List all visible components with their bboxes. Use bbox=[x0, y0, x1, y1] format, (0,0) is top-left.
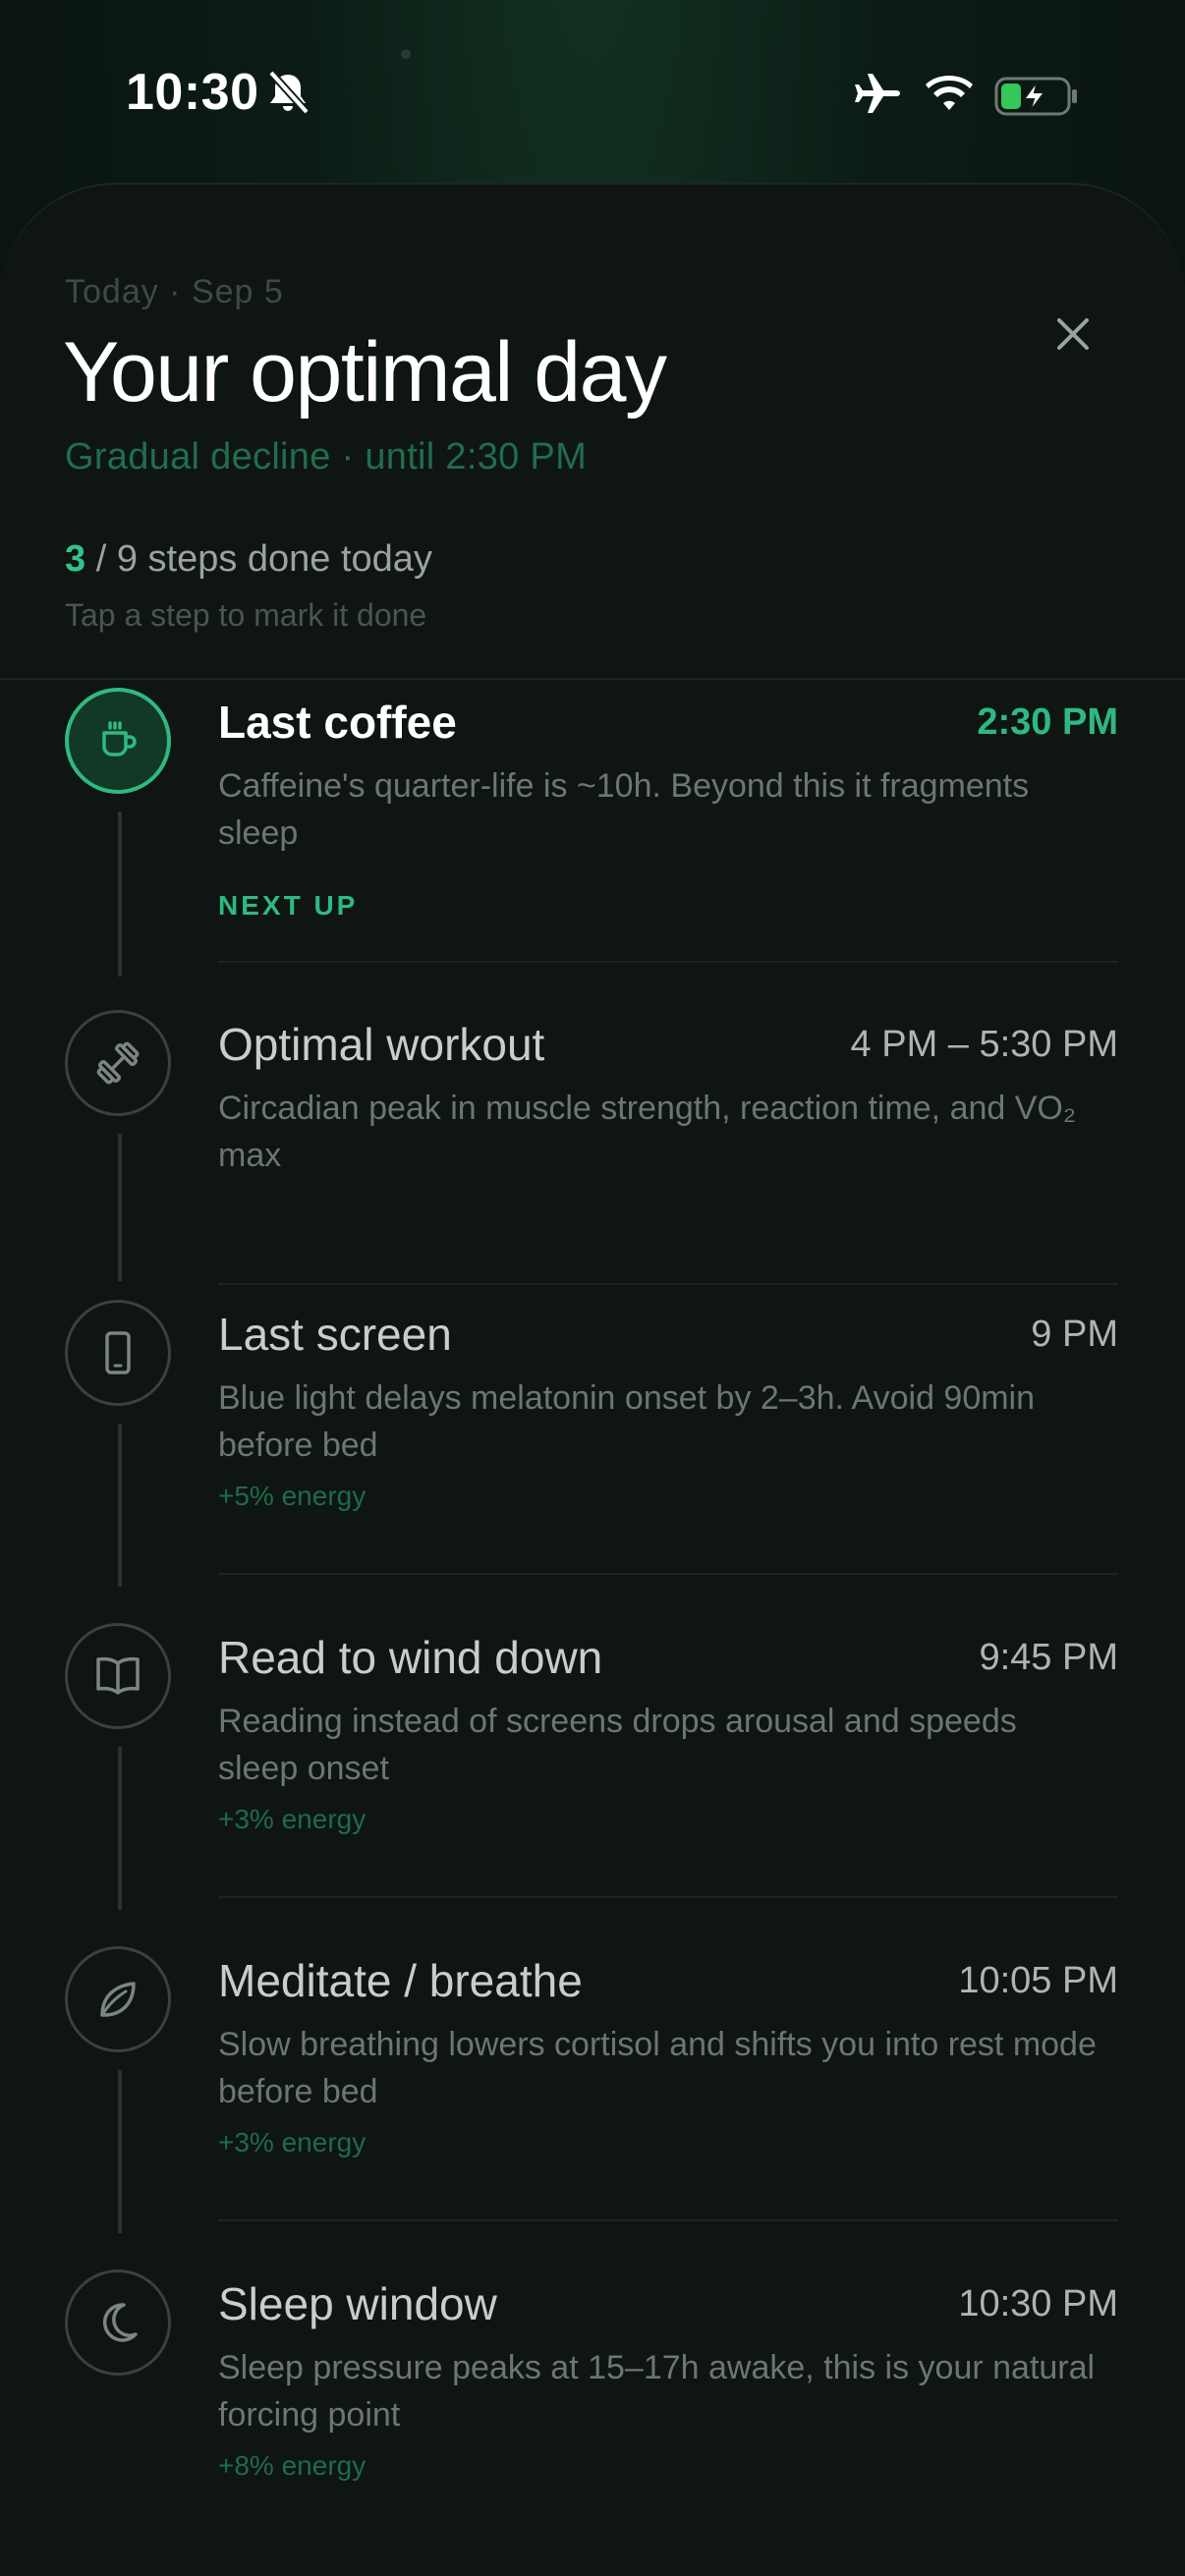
step-divider bbox=[218, 2219, 1118, 2221]
step-description: Slow breathing lowers cortisol and shift… bbox=[218, 2026, 1097, 2110]
step-time: 2:30 PM bbox=[977, 701, 1118, 743]
coffee-cup-icon bbox=[65, 688, 171, 794]
front-camera bbox=[401, 49, 411, 59]
energy-badge: +3% energy bbox=[218, 1804, 367, 1834]
timeline-connector bbox=[118, 1424, 122, 1587]
energy-badge: +5% energy bbox=[218, 1481, 367, 1511]
steps-total-label: / 9 steps done today bbox=[95, 538, 432, 580]
step-last-coffee[interactable]: Last coffee 2:30 PM Caffeine's quarter-l… bbox=[0, 688, 1185, 1012]
page-title: Your optimal day bbox=[63, 325, 667, 420]
energy-badge: +8% energy bbox=[218, 2450, 367, 2481]
step-meditate-breathe[interactable]: Meditate / breathe 10:05 PM Slow breathi… bbox=[0, 1946, 1185, 2270]
status-time: 10:30 bbox=[126, 64, 259, 121]
step-title: Optimal workout bbox=[218, 1019, 545, 1070]
wifi-icon bbox=[926, 75, 973, 112]
leaf-icon bbox=[65, 1946, 171, 2052]
steps-done-count: 3 bbox=[65, 538, 86, 580]
step-time: 10:30 PM bbox=[958, 2283, 1118, 2324]
step-title: Last screen bbox=[218, 1309, 452, 1360]
step-description: Reading instead of screens drops arousal… bbox=[218, 1703, 1017, 1787]
energy-badge: +3% energy bbox=[218, 2127, 367, 2157]
battery-charging-icon bbox=[994, 77, 1079, 116]
timeline-connector bbox=[118, 2070, 122, 2233]
step-description: Sleep pressure peaks at 15–17h awake, th… bbox=[218, 2349, 1096, 2434]
steps-progress: 3 / 9 steps done today bbox=[65, 538, 432, 581]
next-up-badge: NEXT UP bbox=[218, 890, 359, 921]
step-divider bbox=[218, 961, 1118, 963]
step-time: 4 PM – 5:30 PM bbox=[850, 1024, 1118, 1065]
step-divider bbox=[218, 1283, 1118, 1285]
step-divider bbox=[218, 1896, 1118, 1898]
step-sleep-window[interactable]: Sleep window 10:30 PM Sleep pressure pea… bbox=[0, 2269, 1185, 2564]
step-title: Last coffee bbox=[218, 697, 457, 748]
dumbbell-icon bbox=[65, 1010, 171, 1116]
step-title: Read to wind down bbox=[218, 1632, 603, 1683]
date-label: Today · Sep 5 bbox=[65, 273, 284, 310]
step-time: 10:05 PM bbox=[958, 1960, 1118, 2001]
step-description: Blue light delays melatonin onset by 2–3… bbox=[218, 1379, 1036, 1464]
app-screen: 10:30 Today · Sep 5 Your optimal day Gra… bbox=[0, 0, 1185, 2576]
page-subtitle: Gradual decline · until 2:30 PM bbox=[65, 436, 588, 477]
timeline-connector bbox=[118, 1134, 122, 1281]
optimal-day-sheet: Today · Sep 5 Your optimal day Gradual d… bbox=[0, 183, 1185, 2576]
timeline-connector bbox=[118, 812, 122, 977]
bell-muted-icon bbox=[265, 69, 310, 116]
phone-icon bbox=[65, 1300, 171, 1406]
step-last-screen[interactable]: Last screen 9 PM Blue light delays melat… bbox=[0, 1300, 1185, 1624]
header-divider bbox=[0, 678, 1185, 680]
step-read-to-wind-down[interactable]: Read to wind down 9:45 PM Reading instea… bbox=[0, 1623, 1185, 1947]
timeline-connector bbox=[118, 1747, 122, 1910]
step-title: Sleep window bbox=[218, 2278, 497, 2329]
moon-icon bbox=[65, 2269, 171, 2376]
close-icon bbox=[1057, 318, 1089, 350]
hint-text: Tap a step to mark it done bbox=[65, 597, 427, 633]
step-description: Caffeine's quarter-life is ~10h. Beyond … bbox=[218, 767, 1030, 852]
close-button[interactable] bbox=[1040, 301, 1106, 367]
step-divider bbox=[218, 1573, 1118, 1575]
step-optimal-workout[interactable]: Optimal workout 4 PM – 5:30 PM Circadian… bbox=[0, 1010, 1185, 1305]
step-time: 9:45 PM bbox=[979, 1637, 1118, 1678]
step-time: 9 PM bbox=[1031, 1314, 1118, 1355]
status-bar: 10:30 bbox=[0, 0, 1185, 177]
step-description: Circadian peak in muscle strength, react… bbox=[218, 1090, 1077, 1174]
airplane-icon bbox=[853, 71, 902, 116]
book-icon bbox=[65, 1623, 171, 1729]
step-title: Meditate / breathe bbox=[218, 1955, 583, 2006]
